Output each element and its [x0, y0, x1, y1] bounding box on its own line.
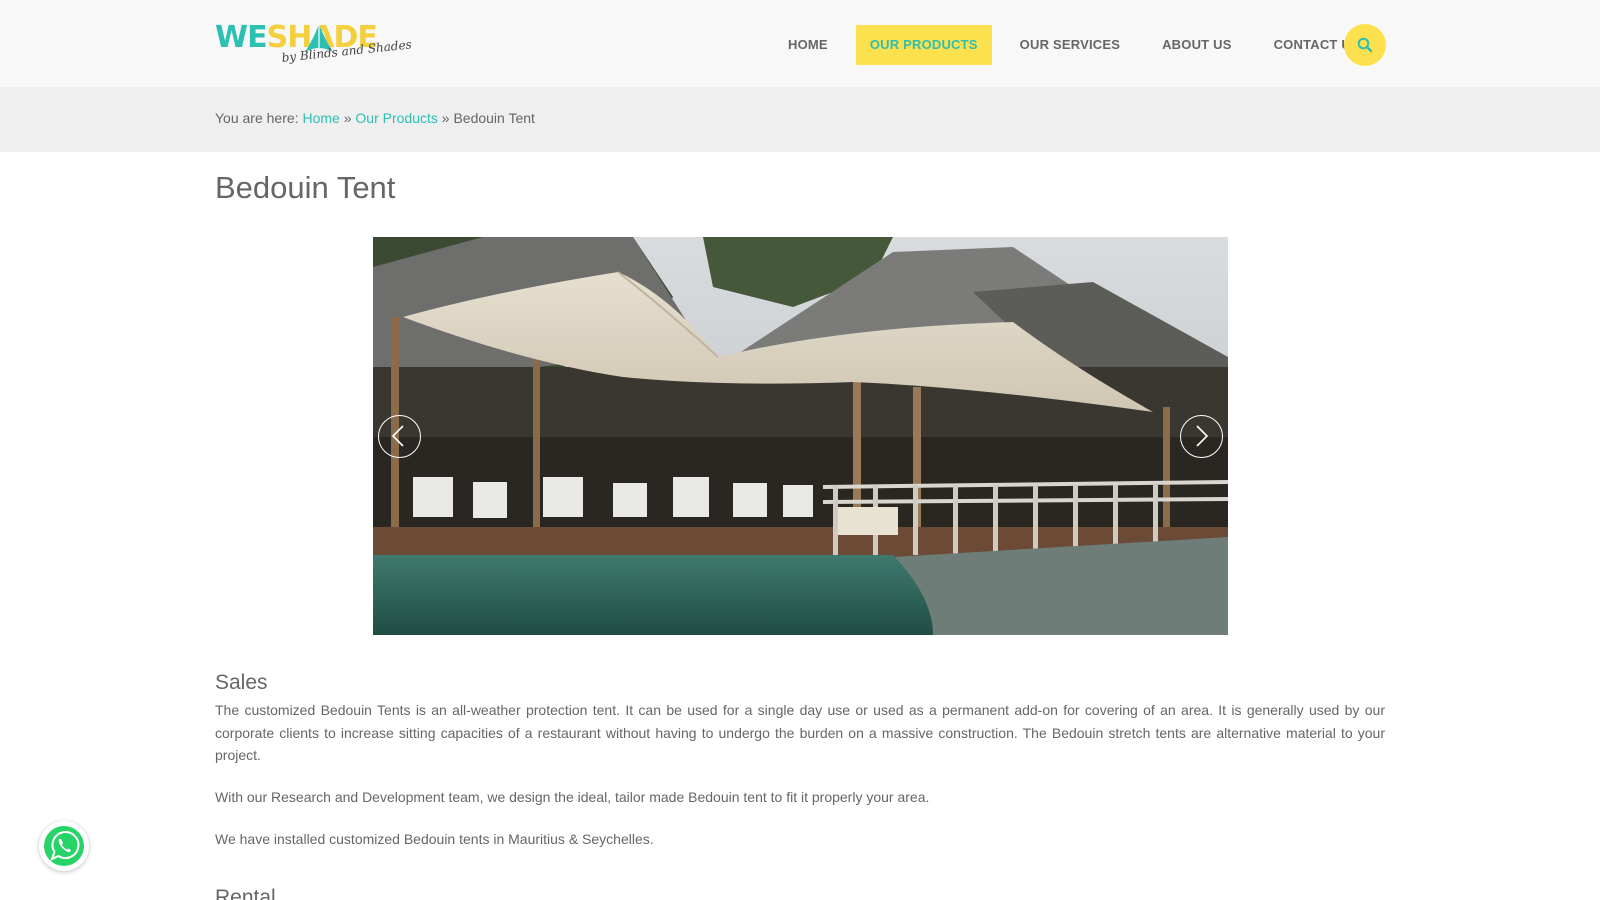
search-button[interactable] [1344, 24, 1386, 66]
whatsapp-icon [44, 826, 84, 866]
search-icon [1357, 37, 1373, 53]
nav-our-products[interactable]: OUR PRODUCTS [855, 25, 992, 65]
sales-heading: Sales [215, 671, 268, 694]
sales-paragraph-1: The customized Bedouin Tents is an all-w… [215, 702, 1385, 763]
site-header: WESHADE by Blinds and Shades HOME OUR PR… [0, 0, 1600, 87]
nav-home[interactable]: HOME [774, 25, 842, 65]
slider-next-button[interactable] [1180, 415, 1223, 458]
weshade-logo[interactable]: WESHADE by Blinds and Shades [215, 20, 412, 78]
nav-about-us[interactable]: ABOUT US [1148, 25, 1246, 65]
breadcrumb-home-link[interactable]: Home [302, 110, 339, 126]
image-slider[interactable] [373, 237, 1228, 635]
breadcrumb-separator: » [441, 110, 450, 126]
chevron-left-icon [391, 425, 404, 447]
nav-our-services[interactable]: OUR SERVICES [1006, 25, 1134, 65]
sales-paragraph-2: With our Research and Development team, … [215, 789, 930, 805]
breadcrumb: You are here: Home » Our Products » Bedo… [215, 110, 535, 126]
breadcrumb-products-link[interactable]: Our Products [355, 110, 437, 126]
chevron-right-icon [1196, 425, 1209, 447]
breadcrumb-separator: » [343, 110, 352, 126]
breadcrumb-current: Bedouin Tent [453, 110, 535, 126]
page-title: Bedouin Tent [215, 170, 396, 205]
sales-paragraph-3: We have installed customized Bedouin ten… [215, 831, 654, 847]
rental-heading: Rental [215, 886, 276, 900]
main-nav: HOME OUR PRODUCTS OUR SERVICES ABOUT US … [774, 25, 1388, 65]
slider-prev-button[interactable] [378, 415, 421, 458]
breadcrumb-prefix: You are here: [215, 110, 299, 126]
whatsapp-button[interactable] [39, 821, 89, 871]
bedouin-tent-photo [373, 237, 1228, 635]
